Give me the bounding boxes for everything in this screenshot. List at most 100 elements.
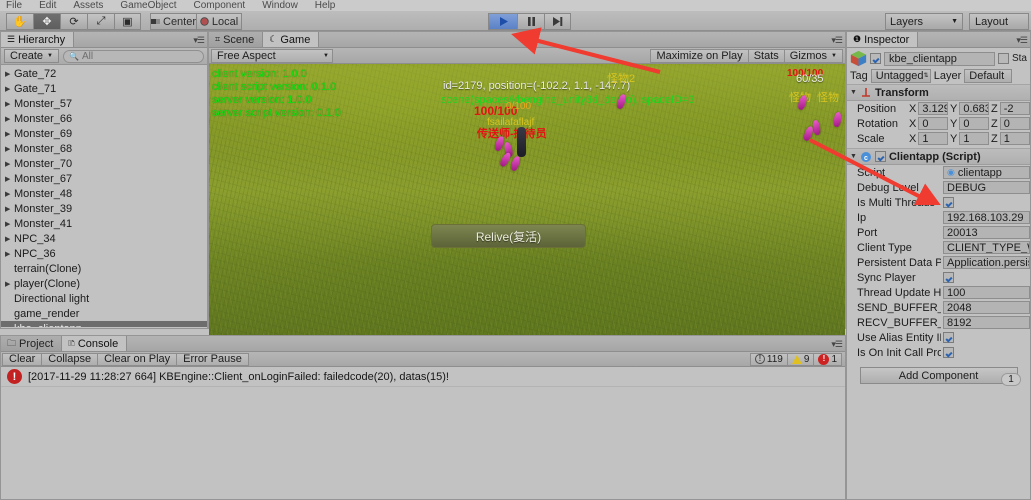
- hierarchy-list[interactable]: ▶ Gate_72 ▶ Gate_71 ▶ Monster_57 ▶ Monster_66 ▶ M…: [1, 65, 207, 327]
- hierarchy-panel-menu[interactable]: ▾☰: [193, 35, 205, 46]
- menu-item-file[interactable]: File: [6, 1, 22, 11]
- expand-arrow-icon[interactable]: ▶: [5, 145, 14, 153]
- property-checkbox[interactable]: [943, 332, 954, 343]
- console-panel-menu[interactable]: ▾☰: [831, 339, 843, 350]
- player-sprite[interactable]: [517, 127, 526, 157]
- expand-arrow-icon[interactable]: ▶: [5, 205, 14, 213]
- step-button[interactable]: [544, 13, 571, 30]
- game-render-canvas[interactable]: client version: 1.0.0 client script vers…: [209, 64, 845, 345]
- property-field[interactable]: 100: [943, 286, 1030, 299]
- gameview-panel-menu[interactable]: ▾☰: [831, 35, 843, 46]
- expand-arrow-icon[interactable]: ▶: [5, 175, 14, 183]
- rect-tool[interactable]: ▣: [114, 13, 141, 30]
- monster-sprite[interactable]: [832, 111, 843, 128]
- property-checkbox[interactable]: [943, 272, 954, 283]
- transform-rotation-x-field[interactable]: 0: [918, 117, 948, 130]
- sidebar-item-gate_72[interactable]: ▶ Gate_72: [1, 66, 207, 81]
- expand-arrow-icon[interactable]: ▶: [5, 280, 14, 288]
- sidebar-item-monster_48[interactable]: ▶ Monster_48: [1, 186, 207, 201]
- expand-arrow-icon[interactable]: ▶: [5, 130, 14, 138]
- sidebar-item-monster_57[interactable]: ▶ Monster_57: [1, 96, 207, 111]
- object-enabled-checkbox[interactable]: [870, 53, 881, 64]
- property-field[interactable]: 8192: [943, 316, 1030, 329]
- property-checkbox[interactable]: [943, 347, 954, 358]
- tab-console[interactable]: 🗈 Console: [62, 336, 128, 351]
- sidebar-item-directional light[interactable]: Directional light: [1, 291, 207, 306]
- foldout-icon[interactable]: ▼: [850, 89, 857, 96]
- sidebar-item-monster_66[interactable]: ▶ Monster_66: [1, 111, 207, 126]
- expand-arrow-icon[interactable]: ▶: [5, 160, 14, 168]
- expand-arrow-icon[interactable]: ▶: [5, 115, 14, 123]
- foldout-icon[interactable]: ▼: [850, 153, 857, 160]
- hand-tool[interactable]: ✋: [6, 13, 33, 30]
- maximize-on-play-button[interactable]: Maximize on Play: [650, 48, 748, 63]
- transform-component-header[interactable]: ▼ Transform: [847, 84, 1030, 101]
- menu-item-assets[interactable]: Assets: [73, 1, 103, 11]
- aspect-dropdown[interactable]: Free Aspect ▼: [211, 48, 333, 63]
- layers-dropdown[interactable]: Layers ▼: [885, 13, 963, 30]
- clientapp-component-header[interactable]: ▼ c Clientapp (Script): [847, 148, 1030, 165]
- expand-arrow-icon[interactable]: ▶: [5, 85, 14, 93]
- property-field[interactable]: 20013: [943, 226, 1030, 239]
- transform-rotation-z-field[interactable]: 0: [999, 117, 1030, 130]
- menu-item-window[interactable]: Window: [262, 1, 298, 11]
- tab-hierarchy[interactable]: ☰ Hierarchy: [1, 32, 75, 47]
- tab-project[interactable]: 🗀 Project: [1, 336, 63, 351]
- error-pause-button[interactable]: Error Pause: [176, 352, 249, 366]
- sidebar-item-playerclone[interactable]: ▶ player(Clone): [1, 276, 207, 291]
- error-counter[interactable]: ! 1: [813, 352, 842, 366]
- transform-scale-y-field[interactable]: 1: [959, 132, 989, 145]
- clear-button[interactable]: Clear: [2, 352, 42, 366]
- expand-arrow-icon[interactable]: ▶: [5, 235, 14, 243]
- sidebar-item-kbe_clientapp[interactable]: kbe_clientapp: [1, 321, 207, 327]
- clientapp-enabled-checkbox[interactable]: [874, 151, 886, 162]
- gizmos-button[interactable]: Gizmos ▼: [783, 48, 843, 63]
- property-field[interactable]: DEBUG: [943, 181, 1030, 194]
- sidebar-item-gate_71[interactable]: ▶ Gate_71: [1, 81, 207, 96]
- expand-arrow-icon[interactable]: ▶: [5, 250, 14, 258]
- monster-sprite[interactable]: [802, 125, 815, 142]
- sidebar-item-npc_36[interactable]: ▶ NPC_36: [1, 246, 207, 261]
- menu-item-gameobject[interactable]: GameObject: [120, 1, 176, 11]
- expand-arrow-icon[interactable]: ▶: [5, 70, 14, 78]
- sidebar-item-terrainclone[interactable]: terrain(Clone): [1, 261, 207, 276]
- stats-button[interactable]: Stats: [747, 48, 784, 63]
- list-item[interactable]: ! [2017-11-29 11:28:27 664] KBEngine::Cl…: [1, 367, 845, 387]
- sidebar-item-monster_68[interactable]: ▶ Monster_68: [1, 141, 207, 156]
- add-component-button[interactable]: Add Component: [859, 367, 1018, 384]
- clear-on-play-button[interactable]: Clear on Play: [97, 352, 177, 366]
- object-name-field[interactable]: kbe_clientapp: [884, 51, 995, 66]
- move-tool[interactable]: ✥: [33, 13, 60, 30]
- menu-item-edit[interactable]: Edit: [39, 1, 56, 11]
- monster-sprite[interactable]: [509, 155, 522, 172]
- layout-dropdown[interactable]: Layout: [969, 13, 1029, 30]
- property-field[interactable]: ◉ clientapp: [943, 166, 1030, 179]
- expand-arrow-icon[interactable]: ▶: [5, 100, 14, 108]
- pivot-button[interactable]: Center: [150, 13, 197, 30]
- tab-inspector[interactable]: ❶ Inspector: [847, 32, 919, 47]
- sidebar-item-game_render[interactable]: game_render: [1, 306, 207, 321]
- console-log-list[interactable]: ! [2017-11-29 11:28:27 664] KBEngine::Cl…: [1, 367, 845, 499]
- tag-dropdown[interactable]: Untagged ⇅: [870, 68, 931, 83]
- menu-item-help[interactable]: Help: [315, 1, 336, 11]
- static-checkbox[interactable]: [997, 53, 1009, 64]
- sidebar-item-monster_41[interactable]: ▶ Monster_41: [1, 216, 207, 231]
- sidebar-item-monster_69[interactable]: ▶ Monster_69: [1, 126, 207, 141]
- sidebar-item-monster_70[interactable]: ▶ Monster_70: [1, 156, 207, 171]
- sidebar-item-npc_34[interactable]: ▶ NPC_34: [1, 231, 207, 246]
- property-field[interactable]: 192.168.103.29: [943, 211, 1030, 224]
- relive-button[interactable]: Relive(复活): [431, 224, 586, 248]
- info-counter[interactable]: ! 119: [749, 352, 787, 366]
- transform-rotation-y-field[interactable]: 0: [959, 117, 989, 130]
- monster-sprite[interactable]: [811, 119, 822, 136]
- transform-position-y-field[interactable]: 0.68378: [959, 102, 989, 115]
- property-field[interactable]: 2048: [943, 301, 1030, 314]
- expand-arrow-icon[interactable]: ▶: [5, 190, 14, 198]
- pause-button[interactable]: [517, 13, 544, 30]
- property-field[interactable]: CLIENT_TYPE_WI: [943, 241, 1030, 254]
- transform-scale-x-field[interactable]: 1: [918, 132, 948, 145]
- property-checkbox[interactable]: [943, 197, 954, 208]
- expand-arrow-icon[interactable]: ▶: [5, 220, 14, 228]
- rotate-tool[interactable]: ⟳: [60, 13, 87, 30]
- transform-scale-z-field[interactable]: 1: [999, 132, 1030, 145]
